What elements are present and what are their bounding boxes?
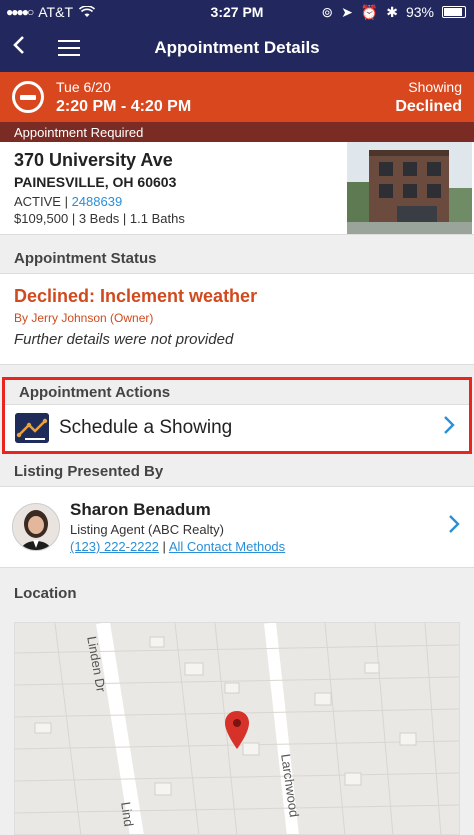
agent-row[interactable]: Sharon Benadum Listing Agent (ABC Realty… bbox=[0, 486, 474, 568]
appointment-status-heading: Appointment Status bbox=[0, 243, 474, 273]
chevron-right-icon bbox=[448, 513, 460, 541]
rotation-lock-icon: ⊚ bbox=[321, 3, 334, 20]
listing-details: $109,500 | 3 Beds | 1.1 Baths bbox=[14, 211, 185, 226]
status-bar: ●●●●○ AT&T 3:27 PM ⊚ ➤ ⏰ ✱ 93% bbox=[0, 0, 474, 24]
location-heading: Location bbox=[0, 578, 474, 608]
appointment-status-badge: Declined bbox=[395, 97, 462, 115]
schedule-showing-icon bbox=[15, 413, 49, 443]
bluetooth-icon: ✱ bbox=[386, 3, 398, 20]
schedule-showing-label: Schedule a Showing bbox=[59, 417, 233, 438]
agent-avatar bbox=[12, 503, 60, 551]
declined-icon bbox=[12, 81, 44, 113]
agent-name: Sharon Benadum bbox=[70, 500, 211, 519]
all-contact-methods-link[interactable]: All Contact Methods bbox=[169, 539, 285, 554]
property-card[interactable]: 370 University Ave PAINESVILLE, OH 60603… bbox=[0, 142, 474, 235]
schedule-showing-row[interactable]: Schedule a Showing bbox=[5, 404, 469, 451]
appointment-datetime: Tue 6/20 2:20 PM - 4:20 PM bbox=[56, 79, 191, 116]
back-button[interactable] bbox=[12, 34, 26, 62]
hamburger-icon-line bbox=[58, 40, 80, 42]
decline-note: Further details were not provided bbox=[14, 331, 234, 348]
battery-percent: 93% bbox=[405, 4, 434, 20]
hamburger-icon-line bbox=[58, 54, 80, 56]
appointment-type: Showing bbox=[408, 78, 462, 95]
appointment-banner: Tue 6/20 2:20 PM - 4:20 PM Showing Decli… bbox=[0, 72, 474, 122]
location-map[interactable]: Linden Dr Larchwood Lind bbox=[14, 622, 460, 835]
status-right: ⊚ ➤ ⏰ ✱ 93% bbox=[321, 4, 466, 21]
appointment-actions-highlight: Appointment Actions Schedule a Showing bbox=[2, 377, 472, 454]
house-photo-icon bbox=[347, 142, 472, 234]
appointment-required-bar: Appointment Required bbox=[0, 122, 474, 142]
contact-separator: | bbox=[162, 539, 166, 554]
listing-status: ACTIVE | 2488639 bbox=[14, 194, 185, 209]
alarm-icon: ⏰ bbox=[360, 3, 379, 20]
chevron-right-icon bbox=[443, 414, 455, 442]
battery-icon bbox=[442, 6, 466, 18]
property-photo[interactable] bbox=[347, 142, 472, 234]
appointment-actions-heading: Appointment Actions bbox=[5, 380, 469, 404]
listing-status-label: ACTIVE | bbox=[14, 194, 68, 209]
agent-role: Listing Agent (ABC Realty) bbox=[70, 522, 224, 537]
nav-bar: Appointment Details bbox=[0, 24, 474, 72]
location-icon: ➤ bbox=[341, 3, 353, 20]
declined-by: By Jerry Johnson (Owner) bbox=[14, 311, 154, 325]
street-label-lind: Lind bbox=[118, 801, 137, 828]
menu-button[interactable] bbox=[58, 40, 80, 56]
agent-info: Sharon Benadum Listing Agent (ABC Realty… bbox=[70, 500, 285, 554]
appointment-time: 2:20 PM - 4:20 PM bbox=[56, 97, 192, 115]
address-line-1: 370 University Ave bbox=[14, 150, 173, 170]
agent-phone-link[interactable]: (123) 222-2222 bbox=[70, 539, 159, 554]
address-line-2: PAINESVILLE, OH 60603 bbox=[14, 174, 177, 190]
map-canvas bbox=[15, 623, 459, 834]
appointment-date: Tue 6/20 bbox=[56, 78, 111, 95]
hamburger-icon-line bbox=[58, 47, 80, 49]
property-text: 370 University Ave PAINESVILLE, OH 60603… bbox=[14, 150, 185, 226]
appointment-state: Showing Declined bbox=[395, 79, 462, 116]
agent-contact: (123) 222-2222 | All Contact Methods bbox=[70, 539, 285, 554]
chevron-left-icon bbox=[13, 36, 24, 54]
decline-reason: Declined: Inclement weather bbox=[14, 286, 258, 306]
mls-number-link[interactable]: 2488639 bbox=[72, 194, 123, 209]
appointment-status-card: Declined: Inclement weather By Jerry Joh… bbox=[0, 273, 474, 365]
listing-presented-heading: Listing Presented By bbox=[0, 456, 474, 486]
